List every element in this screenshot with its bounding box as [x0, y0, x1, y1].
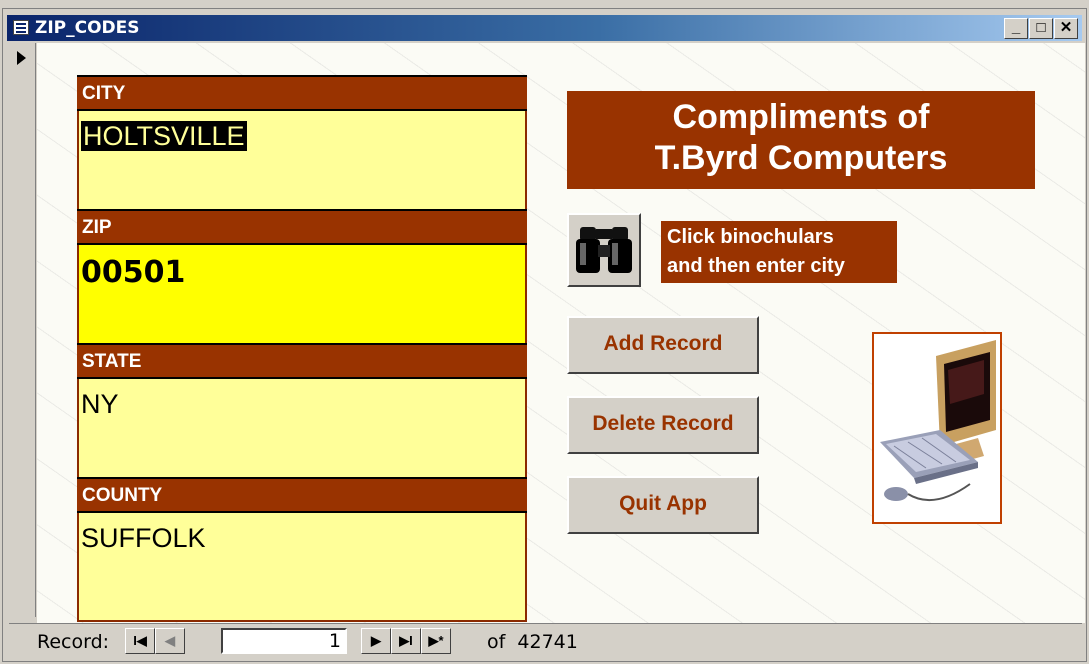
county-label: COUNTY [77, 477, 527, 513]
of-label: of [487, 631, 506, 653]
maximize-button[interactable]: □ [1029, 18, 1053, 39]
record-selector[interactable] [9, 43, 36, 617]
first-record-button[interactable]: I◀ [125, 628, 155, 654]
close-button[interactable]: ✕ [1054, 18, 1078, 39]
hint-line-2: and then enter city [667, 255, 845, 277]
minimize-button[interactable]: _ [1004, 18, 1028, 39]
record-total: of 42741 [487, 631, 578, 653]
zip-codes-window: ZIP_CODES _ □ ✕ CITY HOLTSVILLE ZIP 0050… [2, 8, 1087, 662]
banner-line-1: Compliments of [672, 98, 930, 136]
compliments-banner: Compliments of T.Byrd Computers [567, 91, 1035, 189]
binoculars-icon [576, 227, 632, 273]
last-record-button[interactable]: ▶I [391, 628, 421, 654]
county-value[interactable]: SUFFOLK [81, 523, 206, 554]
city-value[interactable]: HOLTSVILLE [81, 121, 247, 152]
form-detail: CITY HOLTSVILLE ZIP 00501 STATE NY COUNT… [37, 43, 1085, 623]
banner-line-2: T.Byrd Computers [654, 139, 948, 177]
current-record-input[interactable]: 1 [221, 628, 347, 654]
computer-picture [872, 332, 1002, 524]
total-count: 42741 [517, 631, 578, 653]
record-label: Record: [37, 631, 110, 653]
find-hint: Click binochulars and then enter city [661, 221, 897, 283]
window-title: ZIP_CODES [35, 18, 140, 38]
state-field[interactable] [77, 379, 527, 477]
add-record-button[interactable]: Add Record [567, 316, 759, 374]
zip-label: ZIP [77, 209, 527, 245]
form-icon [13, 20, 29, 35]
fields-bottom-border [77, 620, 527, 622]
state-label: STATE [77, 343, 527, 379]
city-label: CITY [77, 75, 527, 111]
next-record-button[interactable]: ▶ [361, 628, 391, 654]
zip-value[interactable]: 00501 [81, 255, 185, 290]
new-record-button[interactable]: ▶* [421, 628, 451, 654]
title-bar[interactable]: ZIP_CODES _ □ ✕ [7, 15, 1082, 41]
computer-icon [880, 340, 996, 501]
current-record-arrow-icon [17, 51, 26, 65]
state-value[interactable]: NY [81, 389, 119, 420]
find-button[interactable] [567, 213, 641, 287]
quit-app-button[interactable]: Quit App [567, 476, 759, 534]
hint-line-1: Click binochulars [667, 226, 834, 248]
delete-record-button[interactable]: Delete Record [567, 396, 759, 454]
record-navigation: Record: I◀ ◀ 1 ▶ ▶I ▶* of 42741 [9, 623, 1082, 658]
previous-record-button[interactable]: ◀ [155, 628, 185, 654]
